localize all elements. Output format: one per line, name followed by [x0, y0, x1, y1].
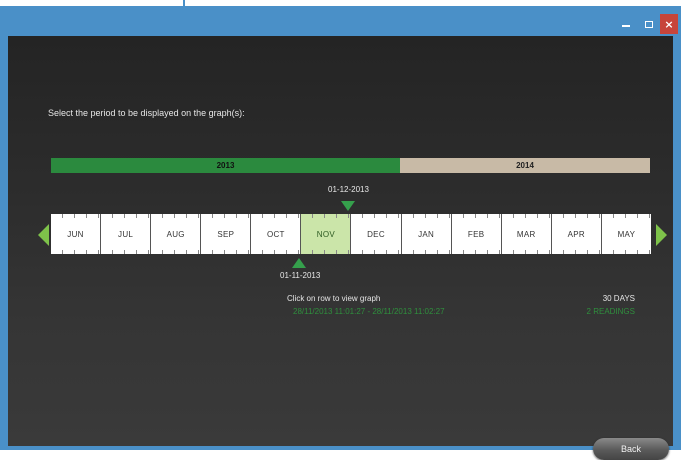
- back-button[interactable]: Back: [593, 438, 669, 460]
- next-arrow-icon[interactable]: [656, 224, 667, 246]
- start-date-label: 01-11-2013: [280, 271, 321, 280]
- app-panel: Select the period to be displayed on the…: [8, 36, 673, 460]
- year-bar-2013[interactable]: 2013: [51, 158, 400, 173]
- month-aug[interactable]: AUG: [151, 214, 202, 254]
- view-graph-hint: Click on row to view graph: [287, 294, 381, 303]
- start-marker-icon[interactable]: [292, 258, 306, 268]
- month-oct[interactable]: OCT: [251, 214, 302, 254]
- month-timeline: JUN JUL AUG SEP OCT NOV DEC JAN FEB MAR …: [51, 214, 652, 254]
- month-dec[interactable]: DEC: [351, 214, 402, 254]
- year-bar-2014[interactable]: 2014: [400, 158, 650, 173]
- period-prompt: Select the period to be displayed on the…: [48, 108, 245, 118]
- previous-arrow-icon[interactable]: [38, 224, 49, 246]
- readings-count[interactable]: 2 READINGS: [587, 307, 635, 316]
- end-date-label: 01-12-2013: [328, 185, 369, 194]
- month-jun[interactable]: JUN: [51, 214, 102, 254]
- maximize-icon: [645, 20, 653, 28]
- month-jan[interactable]: JAN: [401, 214, 452, 254]
- close-button[interactable]: ×: [660, 14, 678, 34]
- month-mar[interactable]: MAR: [501, 214, 552, 254]
- month-may[interactable]: MAY: [601, 214, 652, 254]
- minimize-button[interactable]: [615, 14, 637, 34]
- month-apr[interactable]: APR: [551, 214, 602, 254]
- maximize-button[interactable]: [638, 14, 660, 34]
- days-count: 30 DAYS: [602, 294, 635, 303]
- reading-row[interactable]: 28/11/2013 11:01:27 - 28/11/2013 11:02:2…: [293, 307, 445, 316]
- title-bar: ×: [0, 6, 681, 36]
- month-sep[interactable]: SEP: [201, 214, 252, 254]
- end-marker-icon[interactable]: [341, 201, 355, 211]
- month-nov[interactable]: NOV: [301, 214, 352, 254]
- minimize-icon: [622, 25, 630, 27]
- month-jul[interactable]: JUL: [101, 214, 152, 254]
- month-feb[interactable]: FEB: [451, 214, 502, 254]
